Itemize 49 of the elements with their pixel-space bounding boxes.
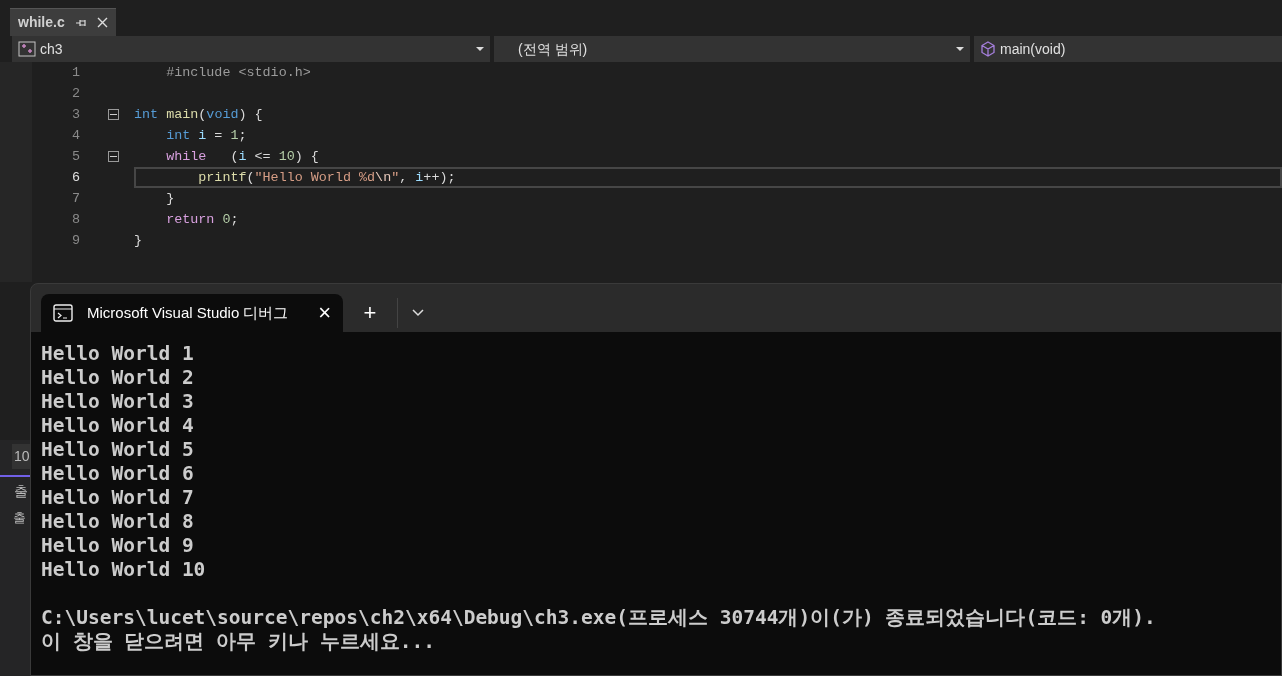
code-line: #include <stdio.h> — [165, 64, 312, 82]
line-number: 5 — [70, 148, 80, 166]
project-icon — [18, 41, 36, 57]
panel-tab[interactable]: 출 — [14, 483, 28, 499]
line-number: 2 — [70, 85, 80, 103]
project-name: ch3 — [40, 39, 64, 59]
project-dropdown[interactable]: ch3 — [12, 36, 490, 62]
line-number: 8 — [70, 211, 80, 229]
code-line: while (i <= 10) { — [165, 148, 320, 166]
collapse-icon[interactable] — [108, 151, 119, 162]
caret-icon — [476, 47, 484, 51]
panel-label: 출 — [13, 510, 26, 525]
line-number: 4 — [70, 127, 80, 145]
code-line: int i = 1; — [165, 127, 248, 145]
collapse-icon[interactable] — [108, 109, 119, 120]
scope-dropdown[interactable]: (전역 범위) — [494, 36, 970, 62]
console-line: Hello World 10 — [41, 558, 207, 582]
line-number: 1 — [70, 64, 80, 82]
editor-tab[interactable]: while.c — [10, 8, 116, 36]
close-button[interactable]: × — [318, 302, 331, 324]
console-line: Hello World 9 — [41, 534, 195, 558]
console-line: Hello World 2 — [41, 366, 195, 390]
code-line: } — [165, 190, 176, 208]
chevron-icon[interactable] — [412, 309, 424, 317]
cube-icon — [980, 41, 996, 57]
code-line: } — [134, 232, 144, 250]
console-line: C:\Users\lucet\source\repos\ch2\x64\Debug\ch3.exe(프로세스 30744개)이(가) 종료되었습니다(코드: 0개). — [41, 606, 1157, 630]
caret-icon — [956, 47, 964, 51]
console-line: Hello World 6 — [41, 462, 195, 486]
line-number: 3 — [70, 106, 80, 124]
code-line: printf("Hello World %d\n", i++); — [134, 167, 1282, 188]
console-line: 이 창을 닫으려면 아무 키나 누르세요... — [41, 630, 436, 654]
console-line: Hello World 5 — [41, 438, 195, 462]
console-line: Hello World 4 — [41, 414, 195, 438]
terminal-icon — [53, 304, 73, 322]
line-field[interactable]: 10 — [12, 444, 30, 469]
code-line: int main(void) { — [134, 106, 264, 124]
line-number: 7 — [70, 190, 80, 208]
console-line: Hello World 1 — [41, 342, 195, 366]
console-line: Hello World 8 — [41, 510, 195, 534]
code-line: return 0; — [165, 211, 240, 229]
close-icon[interactable] — [96, 17, 108, 28]
line-number: 6 — [70, 169, 80, 187]
line-number: 9 — [70, 232, 80, 250]
console-tab[interactable]: Microsoft Visual Studio 디버그 × — [41, 294, 343, 332]
new-tab-button[interactable]: + — [351, 294, 389, 332]
member-dropdown[interactable]: main(void) — [974, 36, 1282, 62]
console-line: Hello World 7 — [41, 486, 195, 510]
console-line: Hello World 3 — [41, 390, 195, 414]
